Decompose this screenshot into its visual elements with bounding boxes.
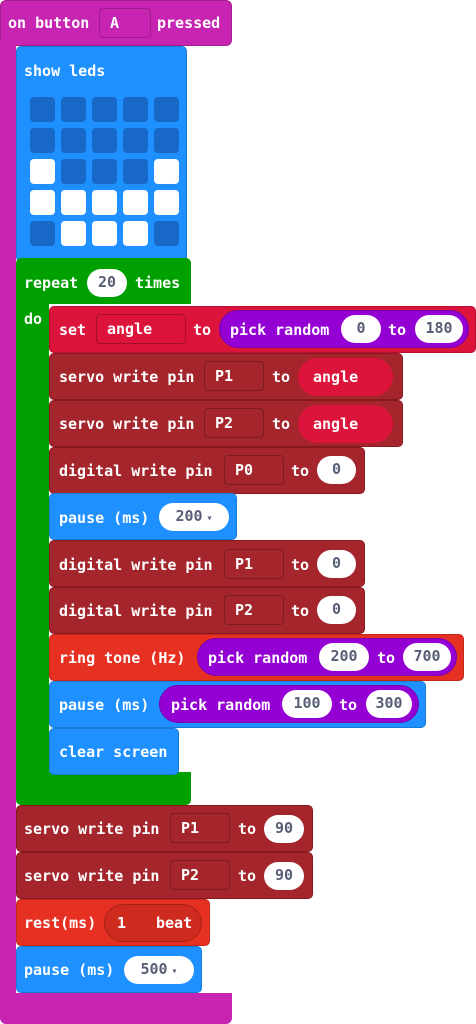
led-cell[interactable] [30, 221, 55, 246]
clear-screen-label: clear screen [59, 743, 168, 761]
servo-write-label: servo write pin [59, 415, 195, 433]
event-suffix: pressed [157, 14, 221, 32]
set-to-label: to [193, 321, 212, 339]
event-prefix: on button [8, 14, 90, 32]
pin-dropdown[interactable]: P2 [224, 595, 284, 625]
pick-random-label: pick random [208, 649, 308, 667]
led-cell[interactable] [154, 190, 179, 215]
led-cell[interactable] [92, 221, 117, 246]
led-cell[interactable] [154, 221, 179, 246]
led-cell[interactable] [154, 97, 179, 122]
to-label: to [272, 415, 291, 433]
digital-write-label: digital write pin [59, 602, 213, 620]
led-cell[interactable] [30, 159, 55, 184]
led-cell[interactable] [30, 190, 55, 215]
button-dropdown[interactable]: A [99, 8, 151, 38]
pause-dropdown[interactable]: 200 ▾ [159, 503, 229, 531]
value-input[interactable]: 0 [317, 596, 356, 624]
led-cell[interactable] [61, 221, 86, 246]
led-cell[interactable] [123, 159, 148, 184]
pin-dropdown[interactable]: P1 [224, 549, 284, 579]
angle-reporter-label: angle [313, 368, 359, 386]
led-cell[interactable] [61, 97, 86, 122]
pin-dropdown[interactable]: P1 [170, 813, 230, 843]
led-cell[interactable] [154, 128, 179, 153]
led-cell[interactable] [61, 190, 86, 215]
beat-value: 1 [117, 914, 127, 932]
led-cell[interactable] [92, 128, 117, 153]
pause-label: pause (ms) [59, 509, 150, 527]
led-cell[interactable] [123, 221, 148, 246]
set-label: set [59, 321, 87, 339]
repeat-do-label: do [24, 310, 43, 328]
angle-reporter-label: angle [313, 415, 359, 433]
pause-label: pause (ms) [24, 961, 115, 979]
value-input[interactable]: 0 [317, 550, 356, 578]
to-label: to [238, 820, 257, 838]
led-cell[interactable] [61, 128, 86, 153]
random-to-label: to [377, 649, 396, 667]
random-min-input[interactable]: 100 [282, 690, 332, 718]
pause-value: 500 [140, 960, 168, 978]
rest-label: rest(ms) [24, 914, 97, 932]
led-cell[interactable] [92, 190, 117, 215]
random-to-label: to [339, 696, 358, 714]
pause-label: pause (ms) [59, 696, 150, 714]
repeat-footer [16, 772, 191, 805]
chevron-down-icon: ▾ [206, 513, 213, 524]
led-cell[interactable] [154, 159, 179, 184]
pin-dropdown[interactable]: P0 [224, 455, 284, 485]
event-spine [0, 40, 16, 1000]
angle-variable-dropdown[interactable]: angle [96, 314, 186, 344]
beat-unit: beat [156, 914, 193, 932]
pin-dropdown[interactable]: P2 [204, 408, 264, 438]
led-cell[interactable] [92, 97, 117, 122]
value-input[interactable]: 0 [317, 456, 356, 484]
chevron-down-icon: ▾ [171, 966, 178, 977]
repeat-label: repeat [24, 274, 79, 292]
to-label: to [291, 602, 310, 620]
to-label: to [291, 556, 310, 574]
ring-tone-label: ring tone (Hz) [59, 649, 186, 667]
random-max-input[interactable]: 300 [366, 690, 412, 718]
random-max-input[interactable]: 180 [415, 315, 463, 343]
event-footer [0, 993, 232, 1024]
pick-random-label: pick random [230, 321, 330, 339]
to-label: to [272, 368, 291, 386]
led-cell[interactable] [123, 97, 148, 122]
pick-random-label: pick random [171, 696, 271, 714]
show-leds-label: show leds [24, 62, 106, 80]
pause-dropdown[interactable]: 500 ▾ [124, 956, 194, 984]
servo-write-label: servo write pin [24, 867, 160, 885]
repeat-suffix: times [135, 274, 181, 292]
pin-dropdown[interactable]: P1 [204, 361, 264, 391]
led-cell[interactable] [30, 97, 55, 122]
value-input[interactable]: 90 [264, 862, 304, 890]
value-input[interactable]: 90 [264, 815, 304, 843]
led-cell[interactable] [61, 159, 86, 184]
pin-dropdown[interactable]: P2 [170, 860, 230, 890]
servo-write-label: servo write pin [24, 820, 160, 838]
repeat-count-input[interactable]: 20 [87, 269, 127, 297]
led-cell[interactable] [30, 128, 55, 153]
to-label: to [291, 462, 310, 480]
digital-write-label: digital write pin [59, 556, 213, 574]
to-label: to [238, 867, 257, 885]
led-cell[interactable] [92, 159, 117, 184]
led-cell[interactable] [123, 128, 148, 153]
digital-write-label: digital write pin [59, 462, 213, 480]
repeat-spine [16, 300, 49, 780]
servo-write-label: servo write pin [59, 368, 195, 386]
random-min-input[interactable]: 200 [319, 643, 369, 671]
random-to-label: to [388, 321, 407, 339]
random-min-input[interactable]: 0 [341, 315, 381, 343]
pause-value: 200 [175, 507, 203, 525]
random-max-input[interactable]: 700 [403, 643, 451, 671]
led-cell[interactable] [123, 190, 148, 215]
